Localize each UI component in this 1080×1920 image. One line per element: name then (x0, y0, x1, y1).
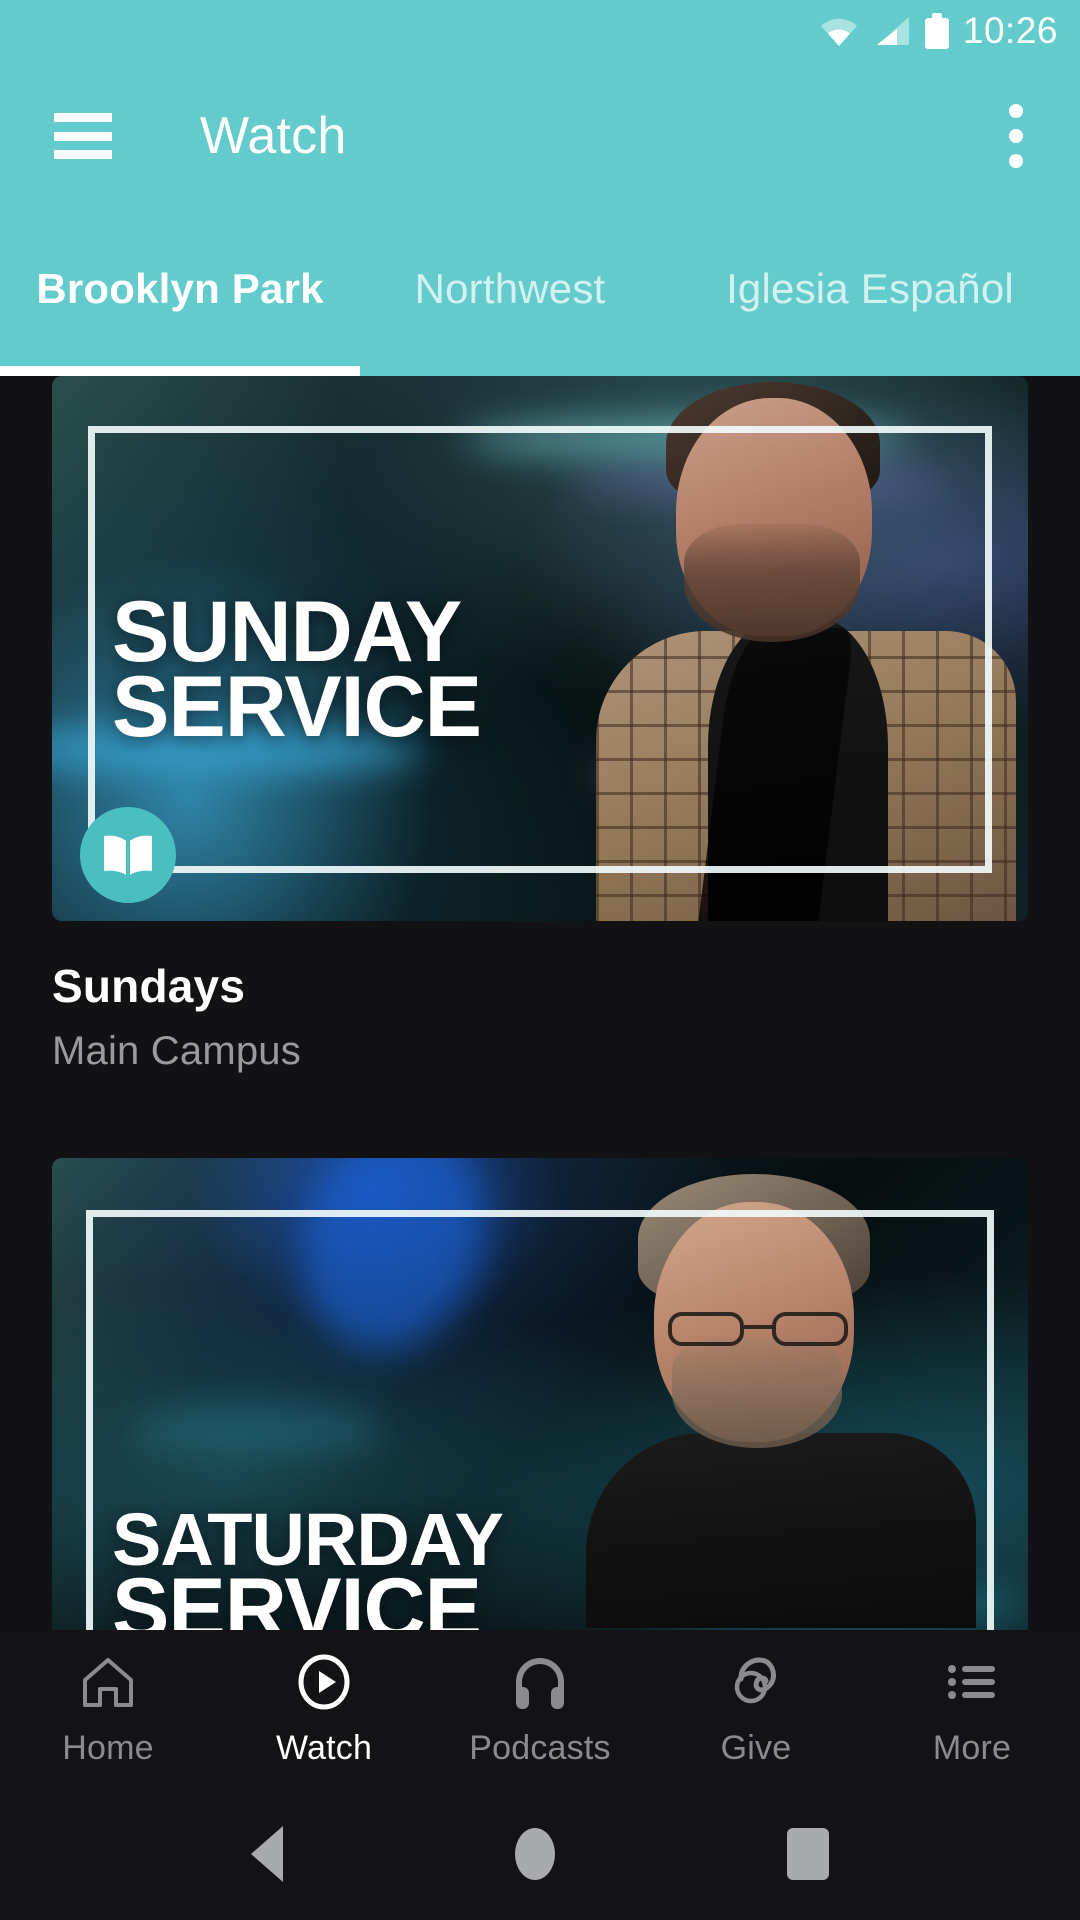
recents-square-icon[interactable] (787, 1828, 829, 1880)
tab-active-indicator (0, 366, 360, 376)
home-circle-icon[interactable] (515, 1828, 555, 1880)
list-item[interactable]: SATURDAY SERVICE (0, 1158, 1080, 1630)
page-title: Watch (200, 107, 347, 165)
nav-item-home[interactable]: Home (0, 1630, 216, 1788)
tab-iglesia-espanol[interactable]: Iglesia Español (660, 210, 1080, 376)
app-bar: Watch (0, 62, 1080, 210)
cellular-signal-icon (873, 15, 911, 47)
more-vertical-icon[interactable] (990, 100, 1042, 172)
headphones-icon (511, 1651, 569, 1713)
home-icon (79, 1651, 137, 1713)
status-bar: 10:26 (0, 0, 1080, 62)
status-time: 10:26 (962, 10, 1058, 51)
nav-label: Podcasts (469, 1728, 611, 1767)
card-meta: Sundays Main Campus (0, 921, 1080, 1074)
nav-item-more[interactable]: More (864, 1630, 1080, 1788)
tab-label: Brooklyn Park (36, 265, 324, 312)
tab-northwest[interactable]: Northwest (360, 210, 660, 376)
card-title: Sundays (52, 960, 246, 1012)
android-system-navigation (0, 1788, 1080, 1920)
nav-item-watch[interactable]: Watch (216, 1630, 432, 1788)
nav-item-podcasts[interactable]: Podcasts (432, 1630, 648, 1788)
nav-label: Watch (275, 1728, 373, 1767)
play-circle-icon (295, 1651, 353, 1713)
tab-brooklyn-park[interactable]: Brooklyn Park (0, 210, 360, 376)
card-subtitle: Main Campus (52, 1029, 301, 1073)
nav-label: Give (720, 1728, 792, 1767)
list-item[interactable]: SUNDAY SERVICE Sundays Main Campus (0, 376, 1080, 1074)
battery-full-icon (924, 13, 949, 49)
nav-label: Home (62, 1728, 154, 1767)
book-icon[interactable] (80, 807, 176, 903)
list-menu-icon (943, 1651, 1001, 1713)
wifi-icon (819, 15, 859, 47)
nav-item-give[interactable]: Give (648, 1630, 864, 1788)
nav-label: More (932, 1728, 1012, 1767)
video-thumbnail[interactable]: SUNDAY SERVICE (52, 376, 1028, 921)
back-triangle-icon[interactable] (251, 1826, 283, 1882)
bottom-navigation-bar: Home Watch Podcasts Give More (0, 1630, 1080, 1788)
tab-label: Iglesia Español (726, 265, 1014, 312)
giving-hand-icon (727, 1651, 785, 1713)
campus-tab-bar: Brooklyn Park Northwest Iglesia Español (0, 210, 1080, 376)
hamburger-menu-icon[interactable] (54, 113, 112, 159)
watch-feed-list[interactable]: SUNDAY SERVICE Sundays Main Campus SATUR… (0, 376, 1080, 1630)
tab-label: Northwest (414, 265, 606, 312)
decorative-frame (86, 1210, 994, 1630)
video-thumbnail[interactable]: SATURDAY SERVICE (52, 1158, 1028, 1630)
decorative-frame (88, 426, 992, 873)
